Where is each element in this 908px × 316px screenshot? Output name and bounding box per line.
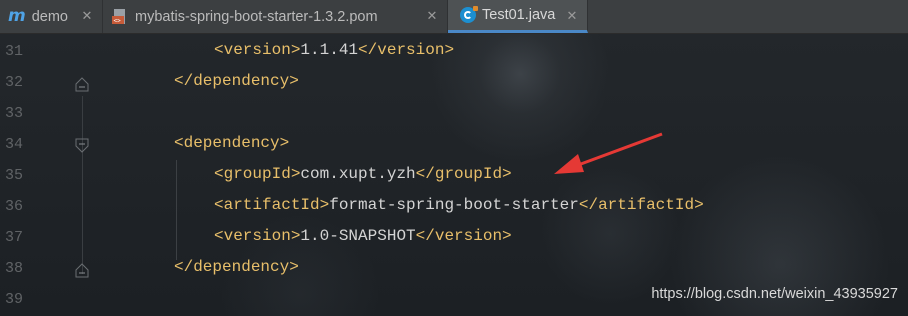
pom-file-icon: <> xyxy=(111,8,129,26)
code-text[interactable]: </dependency> xyxy=(174,258,299,276)
code-line: 36 <artifactId>format-spring-boot-starte… xyxy=(0,192,908,223)
xml-open-tag: <artifactId> xyxy=(214,196,330,214)
maven-m-icon: m xyxy=(8,6,26,26)
xml-close-tag: </version> xyxy=(415,227,512,245)
editor-tab-bar: m demo ✕ <> mybatis-spring-boot-starter-… xyxy=(0,0,908,34)
code-text[interactable]: <artifactId>format-spring-boot-starter</… xyxy=(214,196,704,214)
code-line: 31 <version>1.1.41</version> xyxy=(0,37,908,68)
close-icon[interactable]: ✕ xyxy=(80,9,94,23)
line-number: 35 xyxy=(5,167,24,184)
xml-close-tag: </groupId> xyxy=(415,165,512,183)
code-line: 32 </dependency> xyxy=(0,68,908,99)
xml-open-tag: <dependency> xyxy=(174,134,290,152)
xml-value: format-spring-boot-starter xyxy=(329,196,579,214)
close-icon[interactable]: ✕ xyxy=(565,9,579,23)
svg-text:<>: <> xyxy=(114,17,122,24)
code-line: 35 <groupId>com.xupt.yzh</groupId> xyxy=(0,161,908,192)
fold-start-icon[interactable] xyxy=(74,138,90,154)
fold-end-icon[interactable] xyxy=(74,262,90,278)
tab-label: Test01.java xyxy=(482,7,556,23)
watermark-url: https://blog.csdn.net/weixin_43935927 xyxy=(651,286,898,302)
code-line: 38 </dependency> xyxy=(0,254,908,285)
xml-close-tag: </version> xyxy=(358,41,455,59)
code-text[interactable]: <dependency> xyxy=(174,134,289,152)
fold-end-icon[interactable] xyxy=(74,76,90,92)
xml-open-tag: <groupId> xyxy=(214,165,301,183)
code-line: 37 <version>1.0-SNAPSHOT</version> xyxy=(0,223,908,254)
tab-test01-java[interactable]: Test01.java ✕ xyxy=(448,0,588,33)
java-class-icon xyxy=(460,6,478,23)
line-number: 39 xyxy=(5,291,24,308)
xml-close-tag: </dependency> xyxy=(174,72,299,90)
line-number: 37 xyxy=(5,229,24,246)
close-icon[interactable]: ✕ xyxy=(425,9,439,23)
tab-label: demo xyxy=(31,8,68,25)
xml-open-tag: <version> xyxy=(214,227,301,245)
xml-close-tag: </dependency> xyxy=(174,258,299,276)
annotation-arrow-icon xyxy=(554,132,663,174)
line-number: 34 xyxy=(5,136,24,153)
tab-label: mybatis-spring-boot-starter-1.3.2.pom xyxy=(135,8,378,25)
code-line: 34 <dependency> xyxy=(0,130,908,161)
code-text[interactable]: <version>1.1.41</version> xyxy=(214,41,454,59)
tab-pom-file[interactable]: <> mybatis-spring-boot-starter-1.3.2.pom… xyxy=(103,0,448,33)
line-number: 38 xyxy=(5,260,24,277)
line-number: 31 xyxy=(5,43,24,60)
line-number: 32 xyxy=(5,74,24,91)
xml-value: 1.0-SNAPSHOT xyxy=(300,227,416,245)
xml-close-tag: </artifactId> xyxy=(578,196,704,214)
xml-open-tag: <version> xyxy=(214,41,301,59)
xml-value: com.xupt.yzh xyxy=(300,165,416,183)
line-number: 33 xyxy=(5,105,24,122)
code-text[interactable]: <version>1.0-SNAPSHOT</version> xyxy=(214,227,512,245)
code-line: 33 xyxy=(0,99,908,130)
code-text[interactable]: <groupId>com.xupt.yzh</groupId> xyxy=(214,165,512,183)
code-text[interactable]: </dependency> xyxy=(174,72,299,90)
tab-demo[interactable]: m demo ✕ xyxy=(0,0,103,33)
xml-value: 1.1.41 xyxy=(300,41,359,59)
line-number: 36 xyxy=(5,198,24,215)
